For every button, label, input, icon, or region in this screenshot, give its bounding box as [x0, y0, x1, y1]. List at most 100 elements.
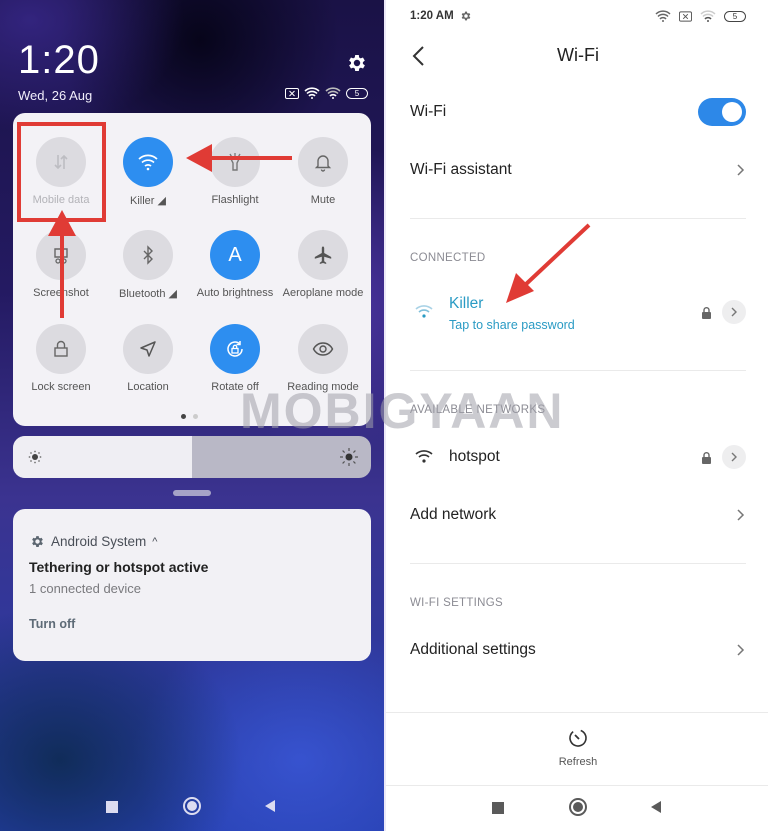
network-name: Killer [449, 295, 484, 312]
refresh-label: Refresh [558, 756, 598, 768]
tile-bluetooth[interactable]: Bluetooth ◢ [104, 230, 192, 300]
wifi-signal-icon [415, 450, 433, 463]
rotate-lock-icon [210, 324, 260, 374]
connected-section-header: CONNECTED [410, 252, 486, 264]
network-name: hotspot [449, 448, 500, 465]
battery-icon: 5 [724, 10, 746, 22]
back-button[interactable] [650, 800, 662, 814]
divider [386, 785, 768, 786]
add-network-label: Add network [410, 506, 497, 523]
bluetooth-icon [123, 230, 173, 280]
network-details-button[interactable] [722, 445, 746, 469]
eye-icon [298, 324, 348, 374]
bell-icon [298, 137, 348, 187]
brightness-high-icon [340, 448, 358, 466]
tile-location[interactable]: Location [104, 324, 192, 393]
tile-lock-screen[interactable]: Lock screen [17, 324, 105, 393]
chevron-right-icon [731, 452, 737, 462]
chevron-right-icon [737, 509, 745, 521]
expand-icon[interactable]: ^ [152, 536, 157, 548]
tile-aeroplane-mode[interactable]: Aeroplane mode [279, 230, 367, 299]
tile-flashlight[interactable]: Flashlight [191, 137, 279, 206]
wifi-assistant-label: Wi-Fi assistant [410, 161, 512, 178]
no-sim-icon [679, 10, 692, 22]
airplane-icon [298, 230, 348, 280]
mobile-data-icon [36, 137, 86, 187]
wifi-icon [655, 10, 671, 22]
wifi-toggle-label: Wi-Fi [410, 103, 447, 120]
gear-icon [32, 536, 43, 547]
quick-settings-panel: Mobile data Killer ◢ Flashlight Mute Scr… [13, 113, 371, 426]
brightness-slider[interactable] [13, 436, 371, 478]
settings-gear-icon[interactable] [346, 52, 368, 74]
drag-handle[interactable] [173, 490, 211, 496]
back-button[interactable] [264, 799, 276, 813]
tile-mute[interactable]: Mute [279, 137, 367, 206]
chevron-right-icon [731, 307, 737, 317]
add-network-row[interactable]: Add network [410, 503, 746, 527]
status-bar: 1:20 AM [410, 10, 472, 22]
refresh-icon [569, 729, 587, 747]
wifi-toggle[interactable] [698, 98, 746, 126]
chevron-right-icon [737, 164, 745, 176]
settings-gear-icon [461, 11, 470, 21]
no-sim-icon [285, 87, 299, 99]
notification-header: Android System ^ [30, 534, 157, 549]
notification-title: Tethering or hotspot active [29, 559, 209, 575]
date: Wed, 26 Aug [18, 88, 93, 103]
tile-auto-brightness[interactable]: A Auto brightness [191, 230, 279, 299]
lock-icon [702, 452, 711, 464]
brightness-low-icon [28, 450, 42, 464]
divider [410, 370, 746, 371]
wifi-signal-icon [415, 305, 433, 318]
chevron-right-icon [737, 644, 745, 656]
divider [386, 712, 768, 713]
tile-wifi[interactable]: Killer ◢ [104, 137, 192, 207]
divider [410, 218, 746, 219]
hotspot-icon [325, 87, 341, 99]
auto-brightness-icon: A [210, 230, 260, 280]
hotspot-icon [700, 10, 716, 22]
notification-shade: 1:20 Wed, 26 Aug 5 Mobile data Killer ◢ … [0, 0, 384, 831]
network-subtitle[interactable]: Tap to share password [449, 318, 575, 332]
notification-card[interactable]: Android System ^ Tethering or hotspot ac… [13, 509, 371, 661]
network-details-button[interactable] [722, 300, 746, 324]
available-network-item[interactable]: hotspot [410, 444, 746, 470]
wifi-icon [123, 137, 173, 187]
notification-app-name: Android System [51, 534, 147, 549]
screenshot-icon [36, 230, 86, 280]
turn-off-button[interactable]: Turn off [29, 617, 75, 631]
recents-button[interactable] [492, 802, 504, 814]
tile-rotate[interactable]: Rotate off [191, 324, 279, 393]
status-bar-icons: 5 [655, 10, 746, 22]
home-button[interactable] [183, 797, 201, 815]
refresh-button[interactable]: Refresh [548, 728, 608, 768]
settings-section-header: WI-FI SETTINGS [410, 597, 503, 609]
tile-screenshot[interactable]: Screenshot [17, 230, 105, 299]
notification-text: 1 connected device [29, 581, 142, 596]
additional-settings-label: Additional settings [410, 641, 536, 658]
available-section-header: AVAILABLE NETWORKS [410, 404, 546, 416]
wifi-settings-screen: 1:20 AM 5 Wi-Fi Wi-Fi Wi-Fi assistant CO… [384, 0, 768, 831]
recents-button[interactable] [106, 801, 118, 813]
page-title: Wi-Fi [557, 45, 599, 65]
page-dot [181, 414, 186, 419]
lock-icon [702, 307, 711, 319]
divider [410, 563, 746, 564]
location-icon [123, 324, 173, 374]
tile-mobile-data[interactable]: Mobile data [17, 137, 105, 206]
additional-settings-row[interactable]: Additional settings [410, 638, 746, 662]
wifi-toggle-row[interactable]: Wi-Fi [410, 98, 746, 126]
connected-network-item[interactable]: Killer Tap to share password [410, 292, 746, 336]
tile-reading-mode[interactable]: Reading mode [279, 324, 367, 393]
lock-icon [36, 324, 86, 374]
wifi-icon [304, 87, 320, 99]
clock: 1:20 [18, 38, 100, 82]
home-button[interactable] [569, 798, 587, 816]
wifi-assistant-row[interactable]: Wi-Fi assistant [410, 158, 746, 182]
toggle-knob [722, 102, 742, 122]
flashlight-icon [210, 137, 260, 187]
page-dot [193, 414, 198, 419]
navigation-bar [0, 795, 384, 819]
status-bar-icons: 5 [285, 87, 368, 99]
